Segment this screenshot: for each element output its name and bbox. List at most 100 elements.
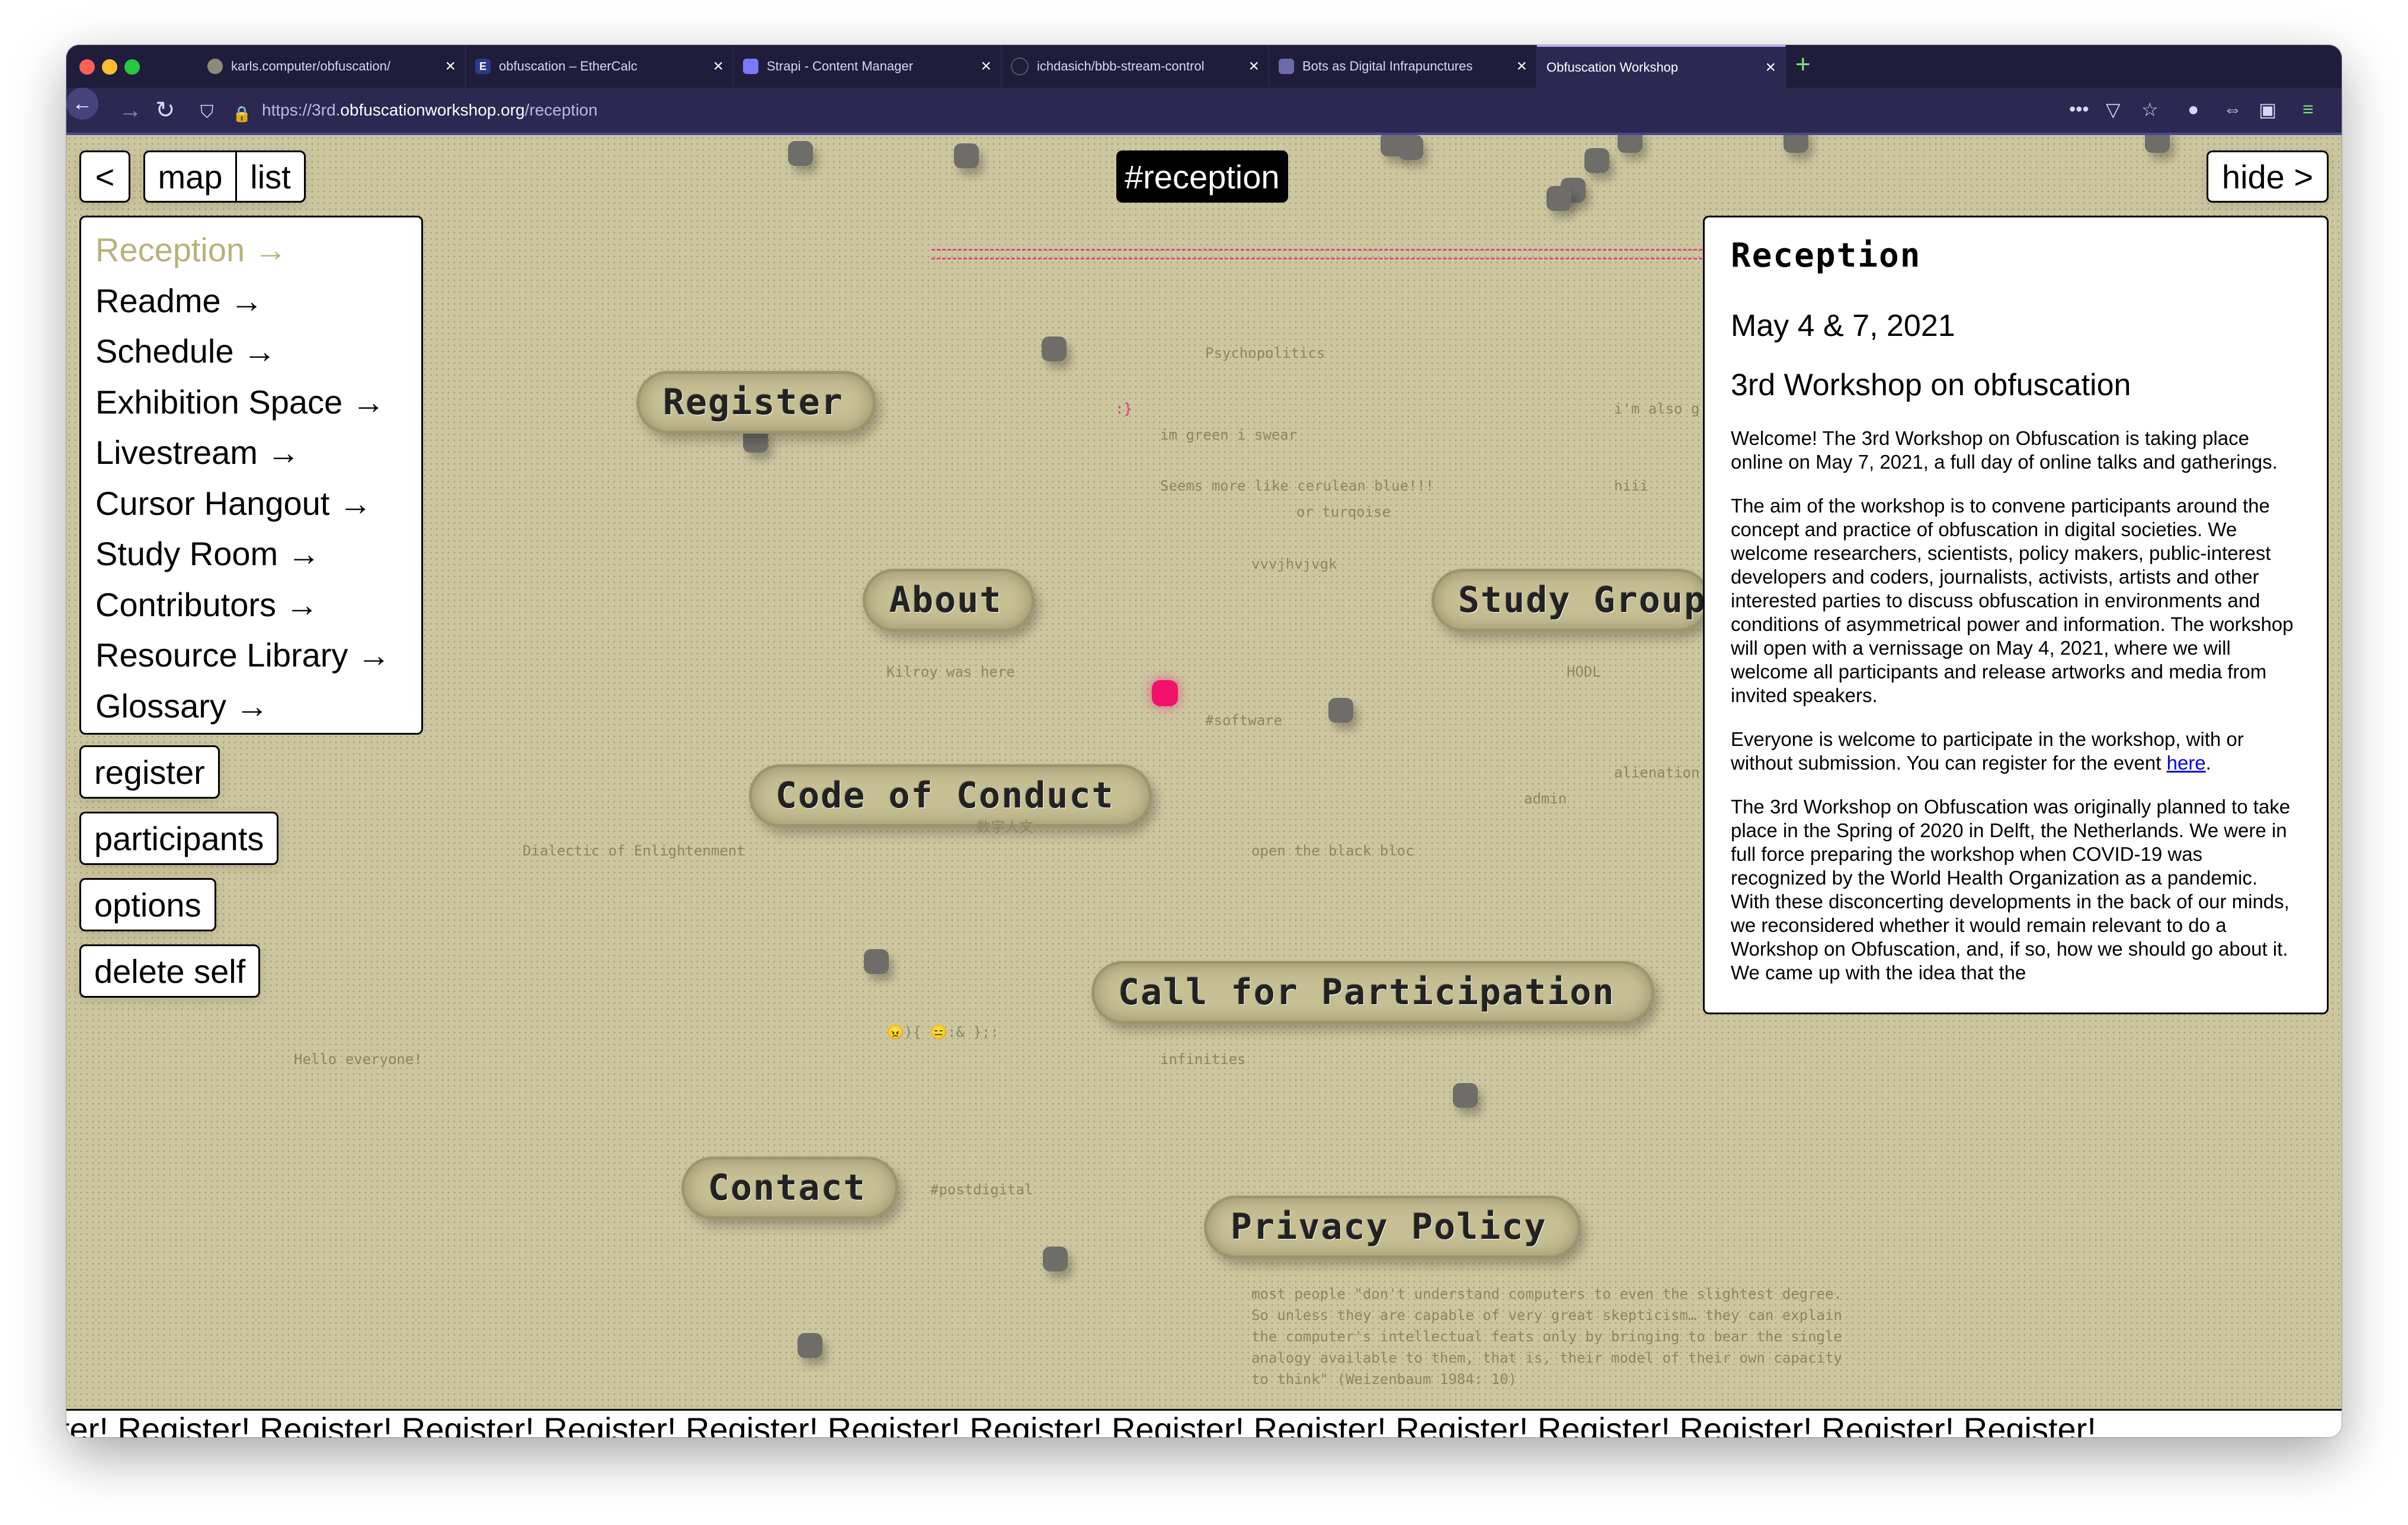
participant-avatar[interactable]: [1546, 186, 1571, 211]
ethercalc-icon: E: [475, 59, 491, 74]
minimize-window-button[interactable]: [102, 59, 117, 75]
url-bar[interactable]: https://3rd.obfuscationworkshop.org/rece…: [262, 101, 598, 120]
hide-button[interactable]: hide >: [2207, 150, 2329, 203]
tab-ethercalc[interactable]: E obfuscation – EtherCalc ×: [466, 45, 734, 88]
menu-item-study-room[interactable]: Study Room →: [95, 528, 421, 579]
participant-avatar[interactable]: [954, 143, 979, 168]
tab-karls-computer[interactable]: karls.computer/obfuscation/ ×: [198, 45, 466, 88]
info-paragraph: Welcome! The 3rd Workshop on Obfuscation…: [1731, 427, 2278, 473]
forward-arrow-icon[interactable]: →: [119, 97, 142, 123]
options-button[interactable]: options: [79, 878, 216, 931]
menu-item-livestream[interactable]: Livestream →: [95, 427, 421, 478]
graffiti-text: to think" (Weizenbaum 1984: 10): [1251, 1371, 1517, 1388]
participant-avatar[interactable]: [1398, 135, 1423, 160]
portal-call-for-participation[interactable]: Call for Participation: [1091, 961, 1654, 1024]
portal-privacy-policy[interactable]: Privacy Policy: [1204, 1196, 1581, 1258]
graffiti-text: Kilroy was here: [886, 664, 1015, 680]
menu-item-schedule[interactable]: Schedule →: [95, 326, 421, 377]
shield-icon[interactable]: ⛉: [200, 100, 214, 126]
participant-avatar[interactable]: [2145, 135, 2170, 153]
view-toggle: map list: [143, 150, 306, 203]
participant-avatar[interactable]: [1453, 1083, 1478, 1108]
portal-code-of-conduct[interactable]: Code of Conduct: [749, 764, 1152, 827]
participant-avatar[interactable]: [798, 1333, 822, 1358]
close-tab-icon[interactable]: ×: [445, 56, 456, 76]
star-icon[interactable]: ☆: [2141, 98, 2159, 121]
menu-item-reception[interactable]: Reception →: [95, 225, 421, 275]
graffiti-text: #postdigital: [930, 1181, 1033, 1198]
close-window-button[interactable]: [79, 59, 95, 75]
participant-avatar[interactable]: [1618, 135, 1642, 153]
info-panel: Reception May 4 & 7, 2021 3rd Workshop o…: [1703, 216, 2329, 1014]
graffiti-text: most people "don't understand computers …: [1251, 1286, 1842, 1302]
portal-register[interactable]: Register: [636, 371, 876, 434]
graffiti-text: 数字人文: [976, 819, 1033, 835]
self-cursor-avatar[interactable]: [1152, 680, 1178, 706]
menu-item-readme[interactable]: Readme →: [95, 275, 421, 326]
menu-item-exhibition-space[interactable]: Exhibition Space →: [95, 377, 421, 428]
extension-icon[interactable]: ⇔: [2223, 98, 2242, 120]
register-button[interactable]: register: [79, 745, 220, 799]
pocket-icon[interactable]: ▽: [2106, 98, 2121, 121]
register-here-link[interactable]: here: [2167, 752, 2206, 774]
more-actions-icon[interactable]: •••: [2069, 98, 2089, 120]
tab-title: Strapi - Content Manager: [767, 59, 914, 73]
participant-avatar[interactable]: [1042, 337, 1067, 361]
ticker-text: ster! Register! Register! Register! Regi…: [66, 1411, 2096, 1438]
page-canvas[interactable]: Register About Study Group Code of Condu…: [66, 135, 2342, 1437]
info-paragraph: The aim of the workshop is to convene pa…: [1731, 495, 2294, 706]
tab-strapi[interactable]: Strapi - Content Manager ×: [734, 45, 1001, 88]
zoom-window-button[interactable]: [124, 59, 140, 75]
portal-about[interactable]: About: [863, 569, 1035, 632]
info-paragraph: The 3rd Workshop on Obfuscation was orig…: [1731, 796, 2291, 983]
graffiti-text: the computer's intellectual feats only b…: [1251, 1328, 1842, 1345]
tab-title: Obfuscation Workshop: [1546, 59, 1679, 75]
close-tab-icon[interactable]: ×: [1516, 56, 1527, 76]
graffiti-text: im green i swear: [1160, 427, 1298, 443]
participant-avatar[interactable]: [1328, 698, 1353, 723]
new-tab-button[interactable]: +: [1795, 50, 1811, 79]
menu-icon[interactable]: ≡: [2303, 98, 2314, 120]
extension-icon[interactable]: ●: [2188, 98, 2199, 120]
portal-contact[interactable]: Contact: [681, 1156, 898, 1219]
info-paragraph: Everyone is welcome to participate in th…: [1731, 728, 2301, 775]
tab-title: ichdasich/bbb-stream-control: [1037, 59, 1205, 73]
tab-title: Bots as Digital Infrapunctures: [1302, 59, 1473, 73]
delete-self-button[interactable]: delete self: [79, 944, 261, 998]
back-button[interactable]: <: [79, 150, 130, 203]
participants-button[interactable]: participants: [79, 812, 279, 865]
participant-avatar[interactable]: [1584, 148, 1609, 173]
tab-bbb-stream-control[interactable]: ichdasich/bbb-stream-control ×: [1001, 45, 1269, 88]
tab-title: obfuscation – EtherCalc: [499, 59, 638, 73]
participant-avatar[interactable]: [788, 141, 813, 166]
graffiti-text: Hello everyone!: [294, 1051, 422, 1068]
tab-obfuscation-workshop[interactable]: Obfuscation Workshop ×: [1537, 45, 1786, 88]
close-tab-icon[interactable]: ×: [1248, 56, 1259, 76]
map-view-button[interactable]: map: [145, 152, 237, 201]
reload-icon[interactable]: ↻: [155, 97, 175, 123]
participant-avatar[interactable]: [1043, 1247, 1068, 1271]
portal-study-group[interactable]: Study Group: [1432, 569, 1710, 632]
graffiti-text: hiii: [1614, 478, 1648, 494]
menu-item-resource-library[interactable]: Resource Library →: [95, 630, 421, 681]
close-tab-icon[interactable]: ×: [713, 56, 723, 76]
close-tab-icon[interactable]: ×: [1765, 57, 1776, 78]
tab-bar: karls.computer/obfuscation/ × E obfuscat…: [66, 45, 2342, 88]
participant-avatar[interactable]: [864, 949, 889, 974]
list-view-button[interactable]: list: [237, 158, 304, 196]
graffiti-text: HODL: [1567, 664, 1601, 680]
tab-bots[interactable]: Bots as Digital Infrapunctures ×: [1269, 45, 1537, 88]
menu-item-cursor-hangout[interactable]: Cursor Hangout →: [95, 478, 421, 529]
menu-item-contributors[interactable]: Contributors →: [95, 579, 421, 630]
graffiti-text: admin: [1524, 790, 1567, 807]
register-ticker[interactable]: ster! Register! Register! Register! Regi…: [66, 1409, 2342, 1437]
graffiti-text: Seems more like cerulean blue!!!: [1160, 478, 1434, 494]
participant-avatar[interactable]: [1783, 135, 1808, 153]
close-tab-icon[interactable]: ×: [981, 56, 991, 76]
back-arrow-icon[interactable]: ←: [66, 88, 98, 120]
graffiti-text: vvvjhvjvgk: [1251, 556, 1337, 572]
menu-item-glossary[interactable]: Glossary →: [95, 681, 421, 732]
info-title: Reception: [1731, 236, 1922, 275]
graffiti-text: or turqoise: [1296, 504, 1391, 520]
extension-icon[interactable]: ▣: [2259, 98, 2276, 121]
